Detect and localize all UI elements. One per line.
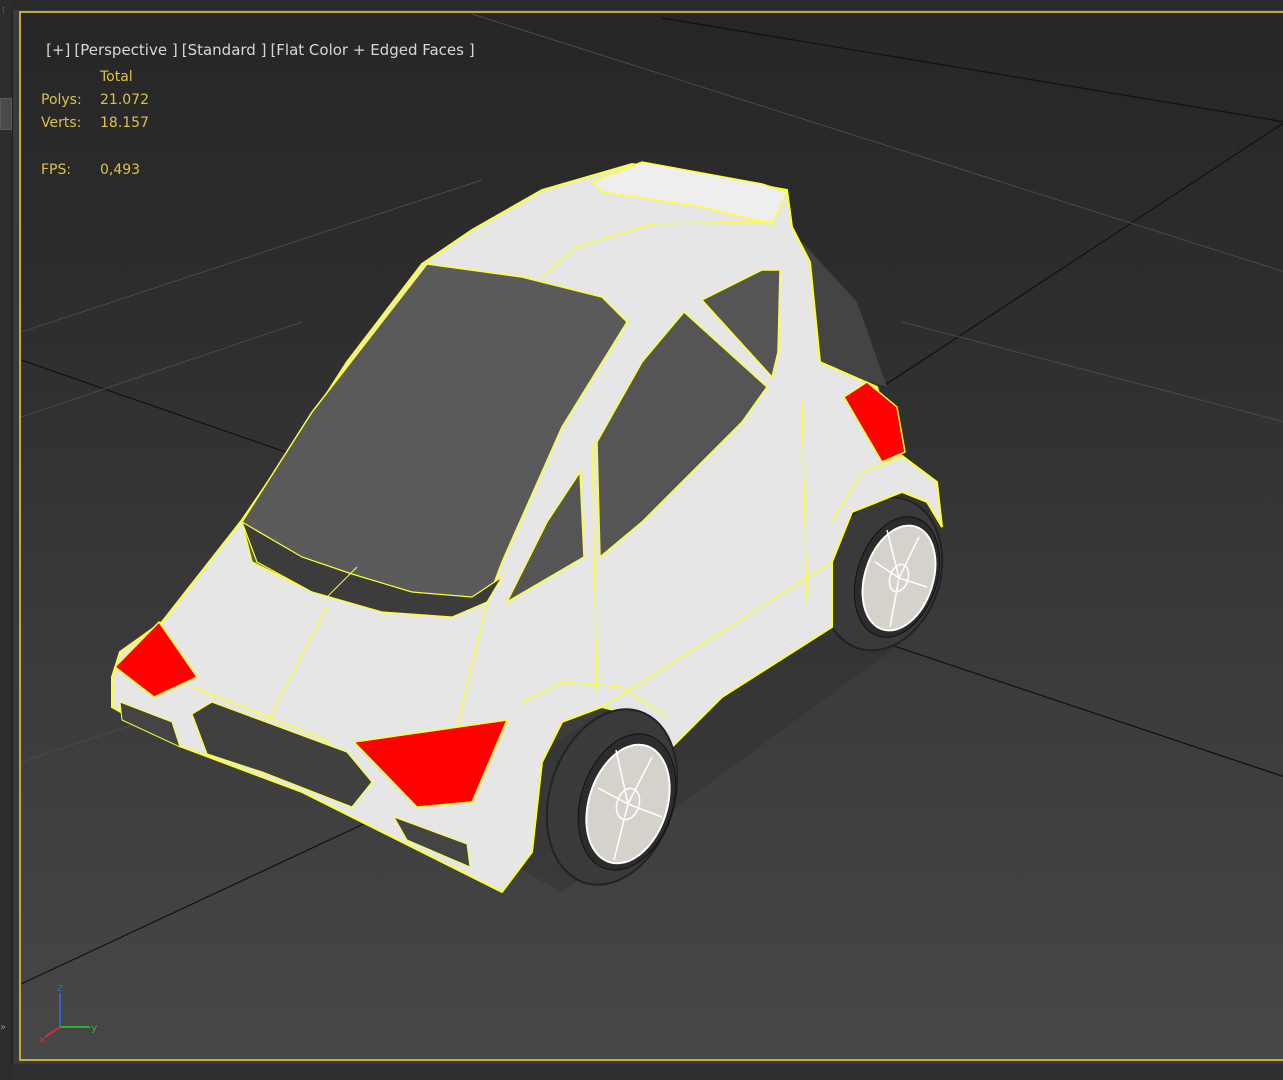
viewport-scene[interactable] <box>21 13 1283 1061</box>
bottom-panel-strip <box>12 1064 1283 1080</box>
axis-z-label: z <box>57 981 63 994</box>
axis-x-label: x <box>39 1033 46 1046</box>
stats-header: Total <box>100 69 133 85</box>
stats-value: 21.072 <box>100 92 149 108</box>
axis-tripod-icon: z y x <box>39 981 98 1046</box>
stats-label: Verts: <box>41 115 82 131</box>
viewport-label[interactable]: [+] [Perspective ] [Standard ] [Flat Color … <box>27 23 479 77</box>
stats-value: 0,493 <box>100 162 141 178</box>
panel-arrow-icon[interactable]: » <box>0 1022 10 1040</box>
stats-label: Polys: <box>41 92 82 108</box>
axis-y-label: y <box>91 1021 98 1034</box>
panel-tab[interactable] <box>0 98 12 130</box>
top-panel-strip <box>12 0 1283 10</box>
viewport-menu-shading[interactable]: [Flat Color + Edged Faces ] <box>270 41 474 59</box>
viewport-menu-view[interactable]: [Perspective ] <box>74 41 177 59</box>
viewport-menu-plus[interactable]: [+] <box>46 41 70 59</box>
left-panel-strip: ⁝ » <box>0 0 13 1080</box>
viewport-menu-standard[interactable]: [Standard ] <box>182 41 267 59</box>
panel-grip-icon[interactable]: ⁝ <box>2 7 5 16</box>
perspective-viewport[interactable]: [+] [Perspective ] [Standard ] [Flat Color … <box>19 11 1283 1061</box>
stats-label: FPS: <box>41 162 72 178</box>
stats-value: 18.157 <box>100 115 149 131</box>
